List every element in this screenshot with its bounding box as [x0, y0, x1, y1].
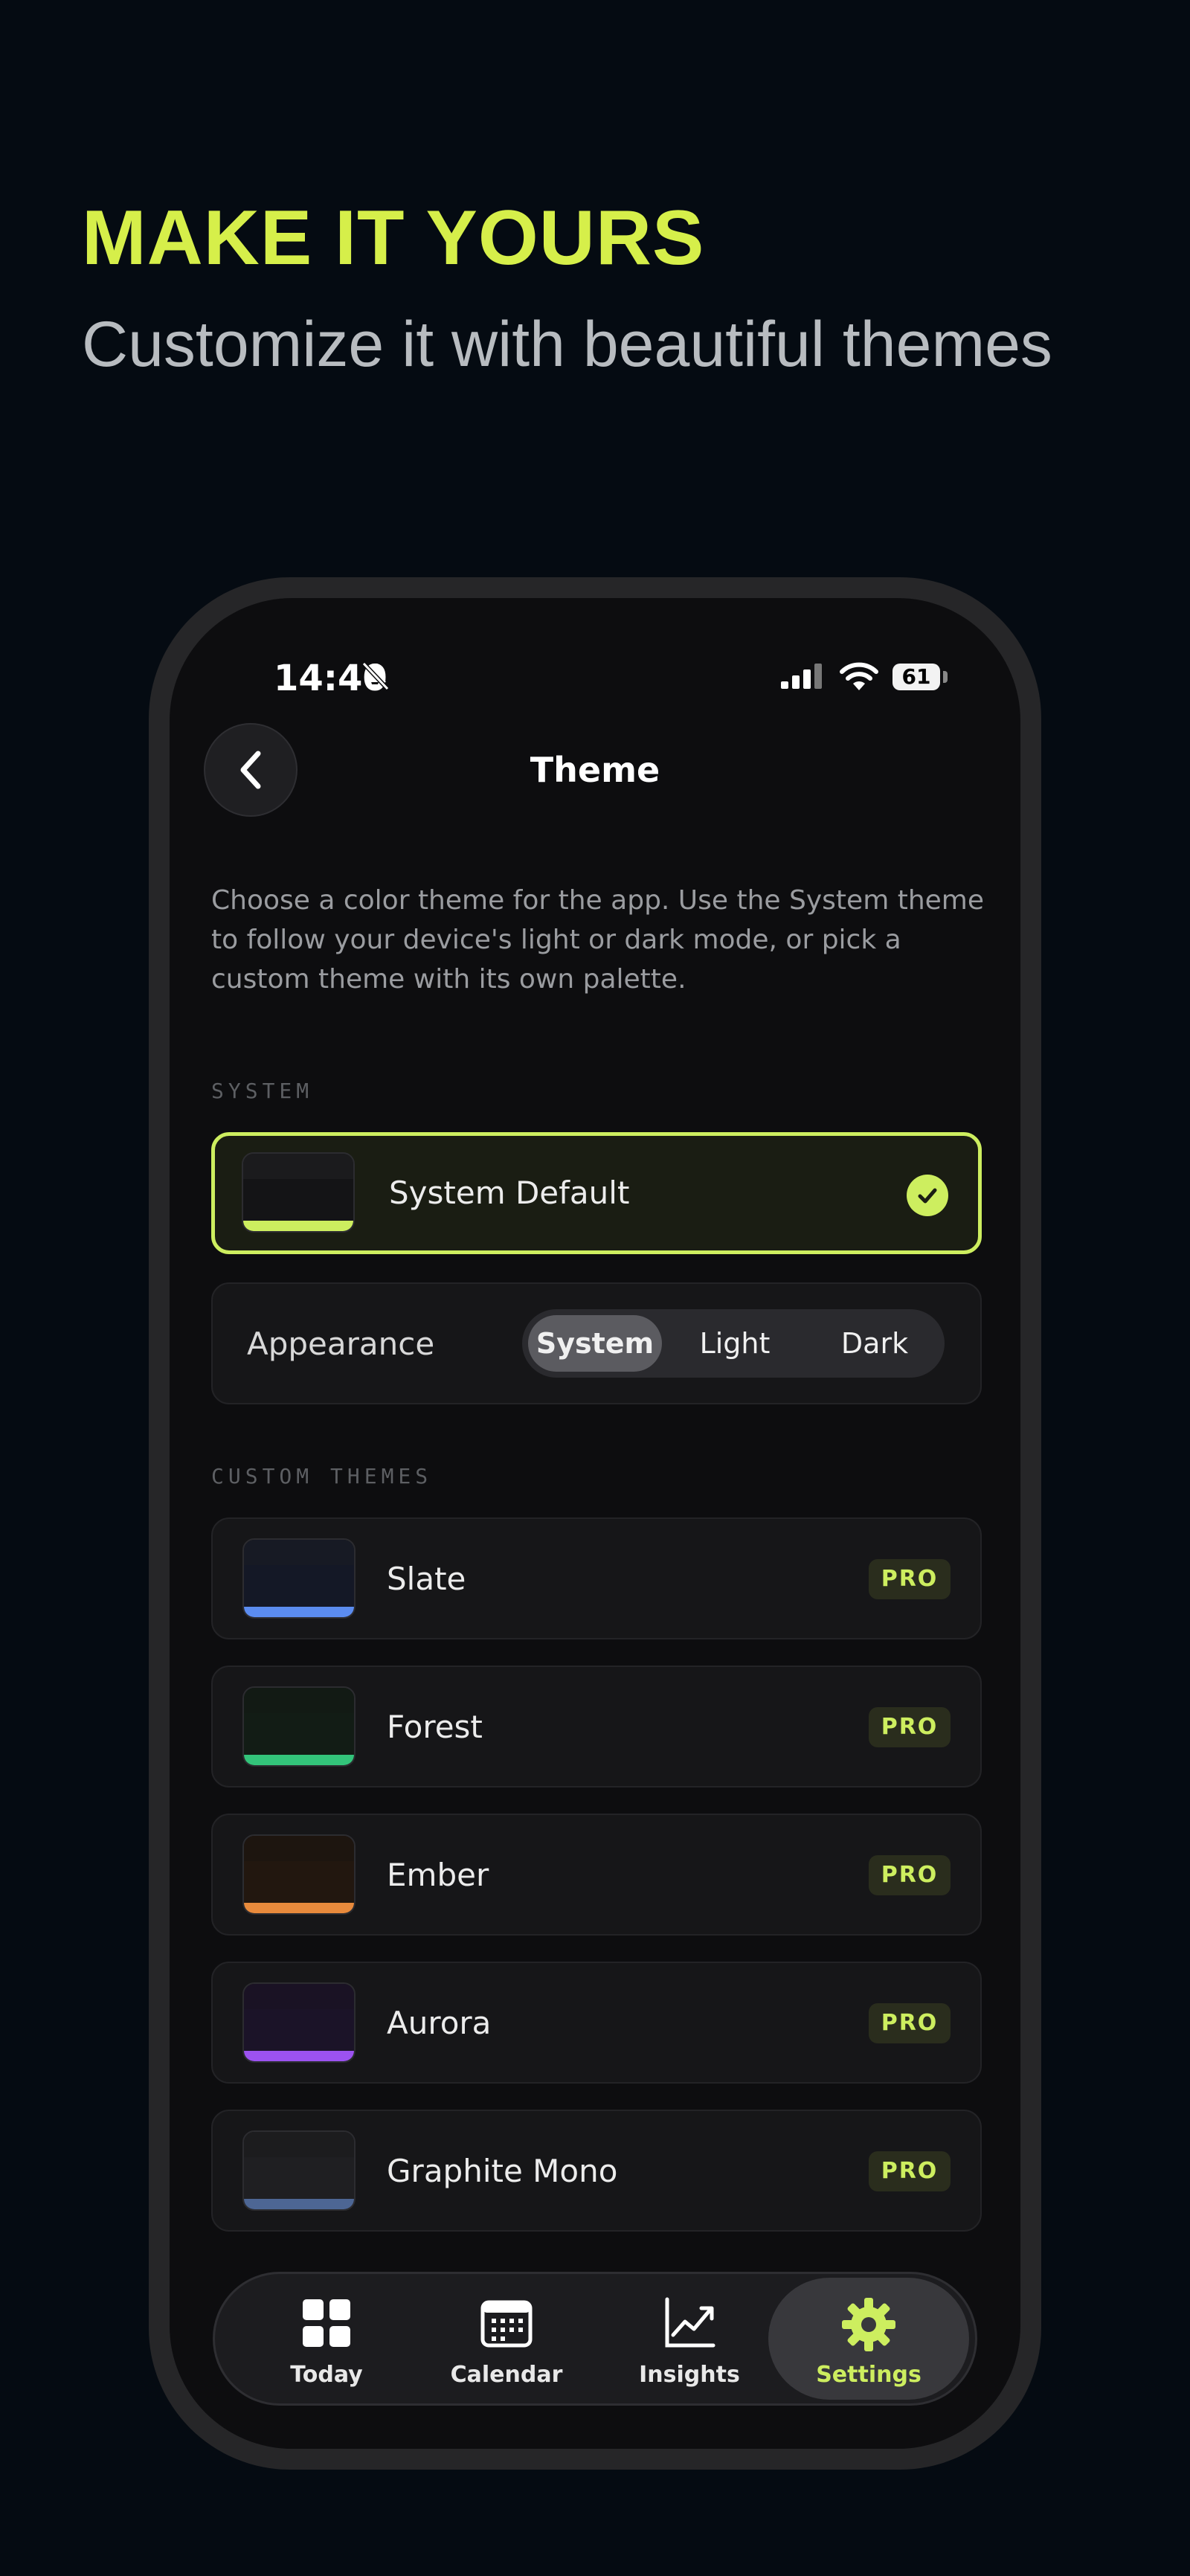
theme-swatch	[242, 2130, 356, 2211]
appearance-label: Appearance	[247, 1326, 435, 1362]
tab-label: Calendar	[450, 2362, 563, 2388]
theme-name: Graphite Mono	[387, 2153, 618, 2189]
appearance-segmented-control: System Light Dark	[522, 1309, 945, 1378]
theme-card-slate[interactable]: Slate PRO	[211, 1517, 982, 1639]
theme-description: Choose a color theme for the app. Use th…	[211, 885, 985, 995]
theme-swatch	[242, 1152, 355, 1233]
pro-badge: PRO	[869, 2151, 951, 2191]
pro-badge: PRO	[869, 1559, 951, 1599]
theme-name: System Default	[389, 1175, 630, 1211]
theme-card-aurora[interactable]: Aurora PRO	[211, 1962, 982, 2084]
tab-insights[interactable]: Insights	[608, 2274, 771, 2403]
chart-icon	[665, 2297, 715, 2348]
page-title: Theme	[530, 750, 660, 790]
section-label-system: SYSTEM	[211, 1079, 314, 1103]
tab-label: Settings	[816, 2362, 922, 2388]
theme-card-graphite-mono[interactable]: Graphite Mono PRO	[211, 2110, 982, 2232]
battery-tip	[943, 671, 948, 683]
theme-name: Slate	[387, 1561, 466, 1597]
theme-name: Forest	[387, 1709, 483, 1745]
appearance-row: Appearance System Light Dark	[211, 1282, 982, 1404]
theme-swatch	[242, 1982, 356, 2063]
theme-name: Ember	[387, 1857, 489, 1893]
phone-frame: 14:40 61 Theme Choose a color theme for …	[149, 577, 1041, 2470]
appearance-option-dark[interactable]: Dark	[809, 1315, 940, 1372]
phone-screen: 14:40 61 Theme Choose a color theme for …	[170, 598, 1020, 2449]
battery-indicator: 61	[892, 664, 940, 690]
checkmark-icon	[907, 1175, 948, 1216]
wifi-icon	[840, 662, 878, 690]
tab-settings[interactable]: Settings	[768, 2278, 969, 2400]
theme-card-ember[interactable]: Ember PRO	[211, 1814, 982, 1936]
theme-name: Aurora	[387, 2005, 492, 2041]
tab-calendar[interactable]: Calendar	[425, 2274, 588, 2403]
signal-icon	[781, 664, 822, 689]
gear-icon	[842, 2298, 895, 2351]
promo-subheadline: Customize it with beautiful themes	[82, 309, 1052, 380]
bell-muted-icon	[361, 661, 390, 691]
section-label-custom-themes: CUSTOM THEMES	[211, 1464, 433, 1488]
tab-label: Insights	[639, 2362, 740, 2388]
theme-card-forest[interactable]: Forest PRO	[211, 1666, 982, 1788]
appearance-option-light[interactable]: Light	[668, 1315, 802, 1372]
calendar-icon	[480, 2300, 533, 2348]
theme-swatch	[242, 1686, 356, 1767]
pro-badge: PRO	[869, 2003, 951, 2043]
pro-badge: PRO	[869, 1707, 951, 1747]
theme-card-system-default[interactable]: System Default	[211, 1132, 982, 1254]
grid-icon	[303, 2299, 350, 2347]
theme-swatch	[242, 1834, 356, 1915]
pro-badge: PRO	[869, 1855, 951, 1895]
tab-today[interactable]: Today	[245, 2274, 408, 2403]
promo-headline: MAKE IT YOURS	[82, 195, 705, 281]
tab-label: Today	[290, 2362, 363, 2388]
theme-swatch	[242, 1538, 356, 1619]
tab-bar: Today Calendar Insights Settings	[213, 2272, 977, 2406]
appearance-option-system[interactable]: System	[528, 1315, 662, 1372]
